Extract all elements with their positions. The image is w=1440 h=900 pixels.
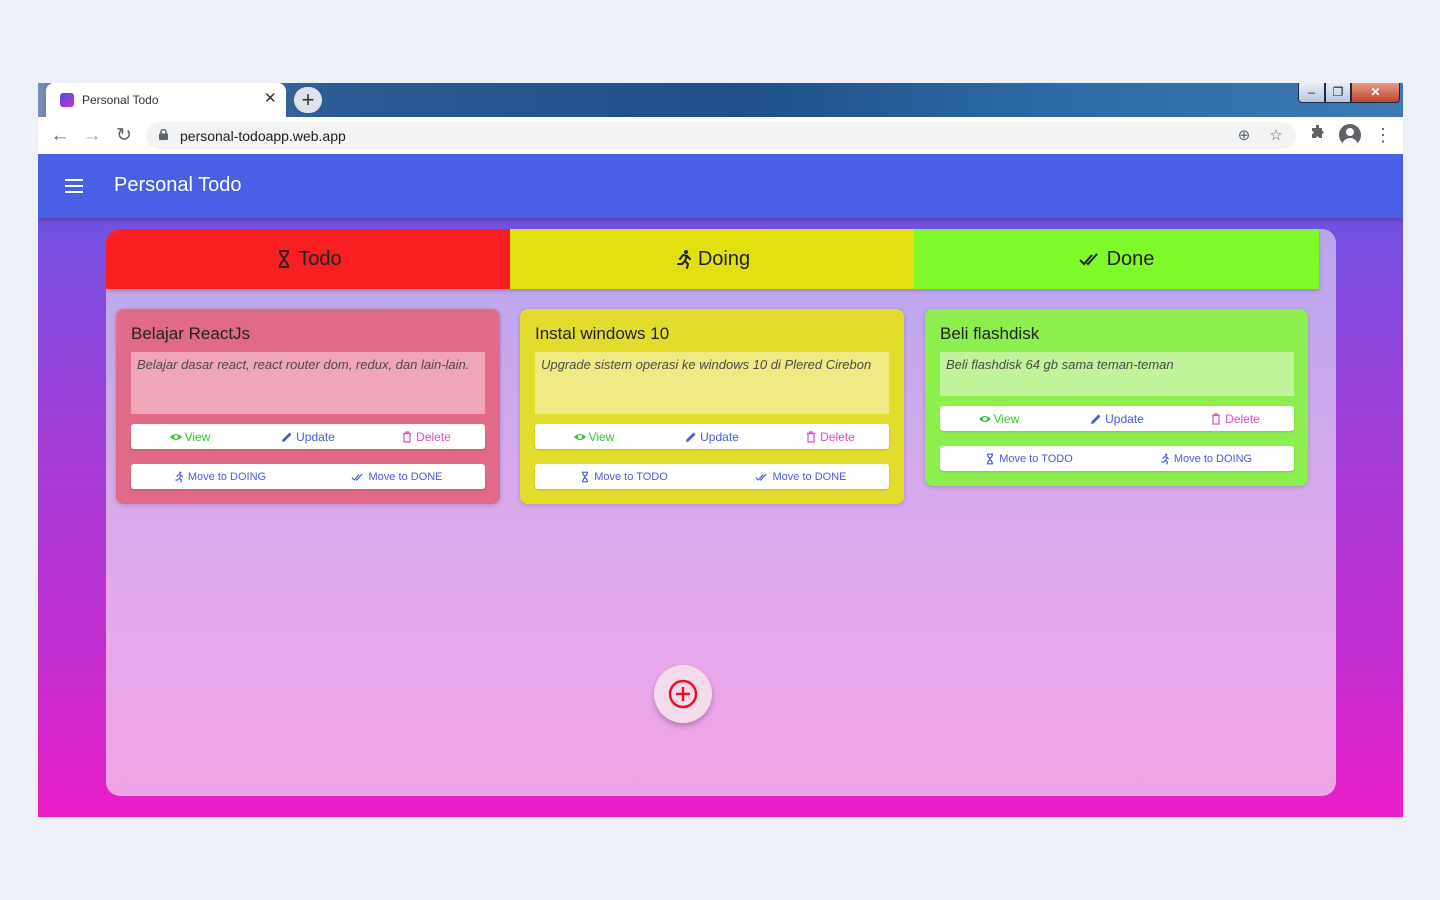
update-button[interactable]: Update <box>653 430 771 444</box>
move-to-done-button[interactable]: Move to DONE <box>712 471 889 483</box>
title-bar: Personal Todo ✕ + – ❐ ✕ <box>38 83 1403 117</box>
bookmark-star-icon[interactable]: ☆ <box>1266 126 1286 146</box>
forward-arrow-icon[interactable]: → <box>81 125 103 147</box>
install-app-icon[interactable]: ⊕ <box>1234 126 1254 146</box>
delete-label: Delete <box>416 429 451 444</box>
running-person-icon <box>676 250 691 269</box>
update-button[interactable]: Update <box>249 430 367 444</box>
hamburger-menu-icon[interactable] <box>65 179 83 193</box>
eye-icon <box>169 433 182 440</box>
app-bar: Personal Todo <box>38 154 1403 218</box>
running-person-icon <box>175 471 183 483</box>
address-bar: ← → ↻ personal-todoapp.web.app ⊕ ☆ ⋮ <box>38 117 1403 154</box>
update-label: Update <box>1105 411 1144 426</box>
move-to-todo-button[interactable]: Move to TODO <box>535 471 712 483</box>
new-tab-button[interactable]: + <box>294 87 322 113</box>
view-label: View <box>993 411 1020 426</box>
tab-doing-label: Doing <box>697 247 751 270</box>
minimize-button[interactable]: – <box>1298 83 1325 103</box>
trash-icon <box>807 430 816 443</box>
move-label: Move to DOING <box>1173 452 1253 465</box>
hourglass-icon <box>279 250 290 268</box>
double-check-icon <box>350 473 363 481</box>
card-description: Belajar dasar react, react router dom, r… <box>131 352 485 414</box>
view-label: View <box>588 429 615 444</box>
todo-card: Belajar ReactJs Belajar dasar react, rea… <box>116 309 500 504</box>
card-description: Beli flashdisk 64 gb sama teman-teman <box>940 352 1294 396</box>
update-button[interactable]: Update <box>1058 412 1176 426</box>
pencil-icon <box>686 432 696 442</box>
card-move-actions: Move to DOING Move to DONE <box>131 464 485 489</box>
card-move-actions: Move to TODO Move to DONE <box>535 464 889 489</box>
close-window-button[interactable]: ✕ <box>1351 83 1400 103</box>
tab-done[interactable]: Done <box>914 229 1319 289</box>
url-field[interactable]: personal-todoapp.web.app ⊕ ☆ <box>146 122 1296 149</box>
browser-menu-icon[interactable]: ⋮ <box>1374 125 1392 147</box>
move-label: Move to DOING <box>187 470 267 483</box>
trash-icon <box>1212 412 1221 425</box>
move-label: Move to TODO <box>999 452 1073 465</box>
move-label: Move to DONE <box>368 470 443 483</box>
card-title: Instal windows 10 <box>535 324 670 343</box>
delete-button[interactable]: Delete <box>1176 412 1294 426</box>
maximize-button[interactable]: ❐ <box>1325 83 1351 103</box>
kanban-board: Todo Doing Done Belajar ReactJs Belajar … <box>106 229 1336 796</box>
card-actions: View Update Delete <box>940 406 1294 431</box>
move-to-todo-button[interactable]: Move to TODO <box>940 453 1117 465</box>
profile-avatar-icon[interactable] <box>1339 124 1361 146</box>
delete-button[interactable]: Delete <box>367 430 485 444</box>
plus-circle-icon <box>668 679 698 709</box>
pencil-icon <box>282 432 292 442</box>
delete-label: Delete <box>820 429 855 444</box>
reload-icon[interactable]: ↻ <box>113 125 135 147</box>
hourglass-icon <box>987 453 994 464</box>
move-label: Move to DONE <box>772 470 847 483</box>
tab-done-label: Done <box>1106 247 1155 270</box>
card-move-actions: Move to TODO Move to DOING <box>940 446 1294 471</box>
double-check-icon <box>1078 253 1098 266</box>
card-description: Upgrade sistem operasi ke windows 10 di … <box>535 352 889 414</box>
card-actions: View Update Delete <box>131 424 485 449</box>
view-button[interactable]: View <box>131 430 249 444</box>
app-root: Personal Todo Todo Doing Done Belajar Re… <box>38 154 1403 817</box>
column-tabs: Todo Doing Done <box>106 229 1319 289</box>
double-check-icon <box>754 473 767 481</box>
doing-card: Instal windows 10 Upgrade sistem operasi… <box>520 309 904 504</box>
browser-window: Personal Todo ✕ + – ❐ ✕ ← → ↻ personal-t… <box>38 83 1403 817</box>
favicon-icon <box>60 93 74 107</box>
add-todo-button[interactable] <box>654 665 712 723</box>
move-to-doing-button[interactable]: Move to DOING <box>131 471 308 483</box>
app-title: Personal Todo <box>114 174 242 196</box>
extensions-puzzle-icon[interactable] <box>1308 124 1328 145</box>
lock-icon <box>159 129 168 140</box>
tab-title: Personal Todo <box>82 93 159 107</box>
running-person-icon <box>1161 453 1169 465</box>
card-actions: View Update Delete <box>535 424 889 449</box>
hourglass-icon <box>582 471 589 482</box>
view-label: View <box>184 429 211 444</box>
trash-icon <box>403 430 412 443</box>
delete-button[interactable]: Delete <box>771 430 889 444</box>
back-arrow-icon[interactable]: ← <box>49 125 71 147</box>
tab-close-icon[interactable]: ✕ <box>264 91 277 107</box>
done-card: Beli flashdisk Beli flashdisk 64 gb sama… <box>925 309 1308 486</box>
browser-tab[interactable]: Personal Todo ✕ <box>46 83 286 117</box>
card-title: Belajar ReactJs <box>131 324 251 343</box>
pencil-icon <box>1091 414 1101 424</box>
card-title: Beli flashdisk <box>940 324 1040 343</box>
tab-doing[interactable]: Doing <box>510 229 914 289</box>
url-text: personal-todoapp.web.app <box>180 128 346 144</box>
view-button[interactable]: View <box>535 430 653 444</box>
move-to-done-button[interactable]: Move to DONE <box>308 471 485 483</box>
tab-todo[interactable]: Todo <box>106 229 510 289</box>
move-label: Move to TODO <box>594 470 668 483</box>
view-button[interactable]: View <box>940 412 1058 426</box>
delete-label: Delete <box>1225 411 1260 426</box>
eye-icon <box>978 415 991 422</box>
update-label: Update <box>296 429 335 444</box>
update-label: Update <box>700 429 739 444</box>
move-to-doing-button[interactable]: Move to DOING <box>1117 453 1294 465</box>
eye-icon <box>573 433 586 440</box>
tab-todo-label: Todo <box>298 247 342 270</box>
